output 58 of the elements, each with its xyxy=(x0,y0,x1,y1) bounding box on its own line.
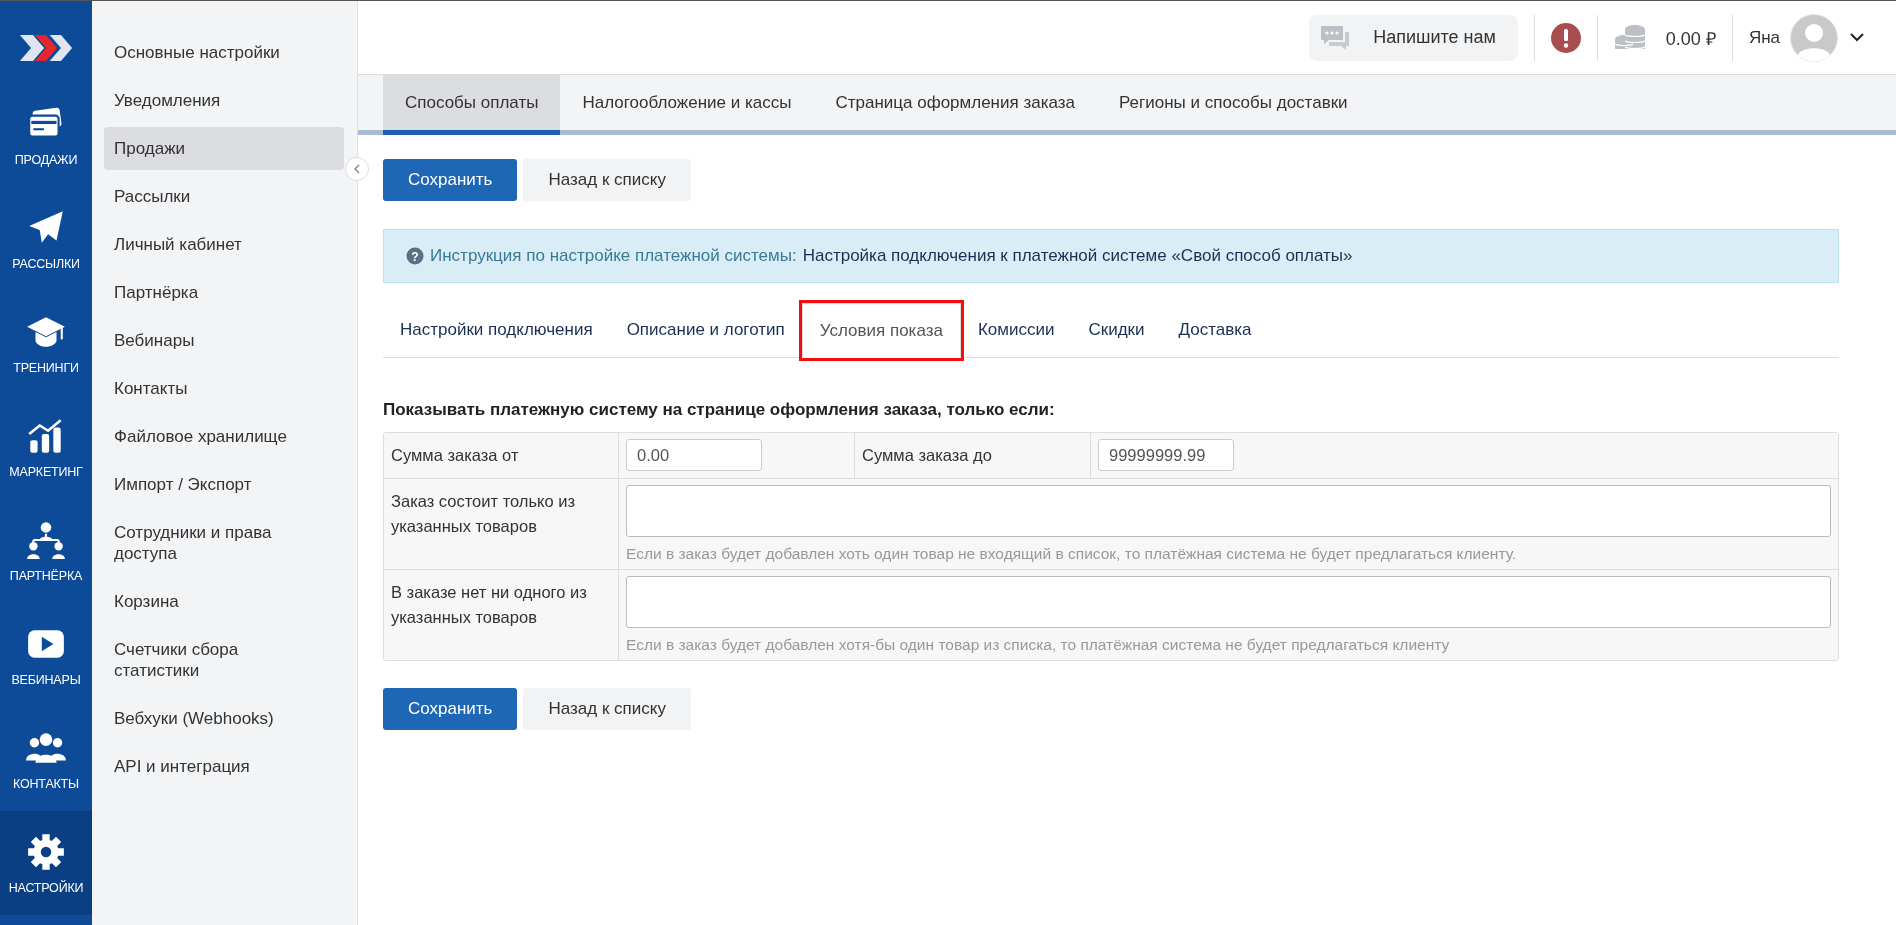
rail-item[interactable]: ПАРТНЁРКА xyxy=(0,499,92,603)
rail-item[interactable]: ТРЕНИНГИ xyxy=(0,291,92,395)
sidebar-item[interactable]: Файловое хранилище xyxy=(104,415,344,458)
sidebar-item[interactable]: API и интеграция xyxy=(104,745,344,788)
field-hint: Если в заказ будет добавлен хоть один товар не входящий в список, то платёжная система не будет предлагаться клиенту. xyxy=(626,545,1518,563)
rail-item[interactable]: МАРКЕТИНГ xyxy=(0,395,92,499)
settings-icon xyxy=(25,831,67,873)
alert-icon[interactable] xyxy=(1550,22,1581,53)
user-name: Яна xyxy=(1748,27,1780,48)
rail-item[interactable]: ПРОДАЖИ xyxy=(0,83,92,187)
rail-item[interactable]: КОНТАКТЫ xyxy=(0,707,92,811)
chat-icon xyxy=(1319,23,1352,52)
tab[interactable]: Регионы и способы доставки xyxy=(1097,75,1370,135)
sidebar-item[interactable]: Продажи xyxy=(104,127,344,170)
tab[interactable]: Скидки xyxy=(1071,303,1162,357)
help-icon: ? xyxy=(406,247,424,265)
rail-item[interactable]: РАССЫЛКИ xyxy=(0,187,92,291)
sidebar-item[interactable]: Личный кабинет xyxy=(104,223,344,266)
tab[interactable]: Способы оплаты xyxy=(383,75,561,135)
instruction-link[interactable]: Настройка подключения к платежной системе «Свой способ оплаты» xyxy=(802,246,1353,266)
back-button[interactable]: Назад к списку xyxy=(523,159,691,201)
input-field[interactable] xyxy=(626,576,1831,628)
tab[interactable]: Настройки подключения xyxy=(383,303,610,357)
sidebar-item[interactable]: Уведомления xyxy=(104,79,344,122)
input-field[interactable]: 99999999.99 xyxy=(1098,439,1234,471)
save-button[interactable]: Сохранить xyxy=(383,159,518,201)
rail-item[interactable]: ВЕБИНАРЫ xyxy=(0,603,92,707)
chevron-down-icon[interactable] xyxy=(1850,33,1864,42)
tab[interactable]: Страница оформления заказа xyxy=(813,75,1097,135)
tab[interactable]: Описание и логотип xyxy=(609,303,802,357)
tab[interactable]: Условия показа xyxy=(801,303,961,358)
sidebar-item[interactable]: Рассылки xyxy=(104,175,344,218)
people-network-icon xyxy=(25,519,67,561)
tab[interactable]: Налогообложение и кассы xyxy=(560,75,814,135)
sidebar-item[interactable]: Вебинары xyxy=(104,319,344,362)
chat-button[interactable]: Напишите нам xyxy=(1309,14,1518,61)
avatar-icon[interactable] xyxy=(1790,13,1838,62)
input-field[interactable] xyxy=(626,485,1831,537)
save-button[interactable]: Сохранить xyxy=(383,688,518,730)
sidebar-item[interactable]: Вебхуки (Webhooks) xyxy=(104,697,344,740)
sidebar-item[interactable]: Корзина xyxy=(104,580,344,623)
chevron-left-icon xyxy=(352,164,362,174)
sidebar-item[interactable]: Счетчики сбора статистики xyxy=(104,628,344,692)
tab[interactable]: Доставка xyxy=(1161,303,1269,357)
sidebar-item[interactable]: Импорт / Экспорт xyxy=(104,463,344,506)
balance-amount: 0.00 ₽ xyxy=(1665,27,1716,50)
input-field[interactable]: 0.00 xyxy=(626,439,762,471)
sidebar-item[interactable]: Контакты xyxy=(104,367,344,410)
rail-item[interactable]: НАСТРОЙКИ xyxy=(0,811,92,915)
tab[interactable]: Комиссии xyxy=(960,303,1072,357)
sidebar-item[interactable]: Сотрудники и права доступа xyxy=(104,511,344,575)
back-button[interactable]: Назад к списку xyxy=(523,688,691,730)
collapse-button[interactable] xyxy=(345,157,369,181)
sidebar-item[interactable]: Партнёрка xyxy=(104,271,344,314)
sidebar-item[interactable]: Основные настройки xyxy=(104,31,344,74)
info-text: Инструкция по настройке платежной системы: xyxy=(430,246,797,266)
field-hint: Если в заказ будет добавлен хотя-бы один товар из списка, то платёжная система не будет предлагаться клиенту xyxy=(626,636,1451,654)
form-heading: Показывать платежную систему на странице оформления заказа, только если: xyxy=(383,400,1056,420)
